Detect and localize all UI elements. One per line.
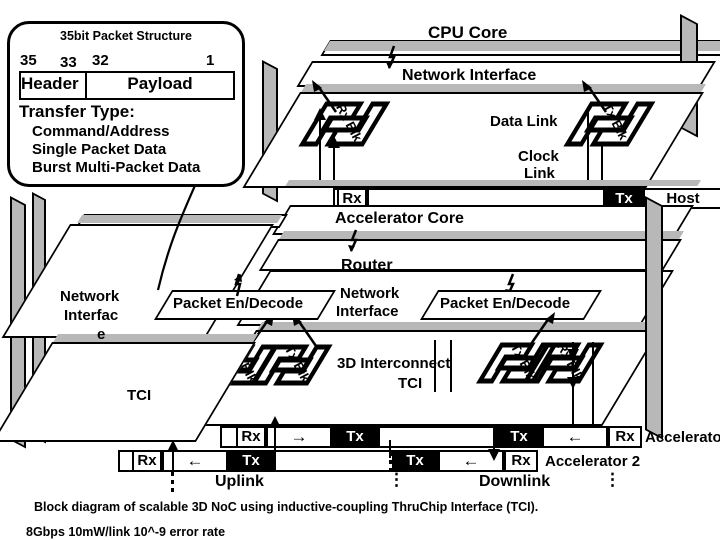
transfer-type-item-2: Burst Multi-Packet Data: [32, 159, 201, 176]
acc-core-router-arrow-icon: [348, 229, 358, 252]
acc-core-shade: [279, 231, 684, 239]
cpu-bottom-shade: [285, 180, 701, 186]
downlink-ellipsis-icon: ⋮: [604, 470, 621, 489]
interconnect-label-2: TCI: [398, 375, 423, 392]
uplink-bar-rx: Rx: [236, 426, 266, 448]
uplink-arrow-up-2-icon: [167, 440, 179, 452]
clock-link-label-1: Clock: [518, 148, 559, 165]
cpu-ni-tx-arrow-icon: [582, 80, 608, 113]
uplink-arrow-up-1-icon: [269, 416, 281, 428]
bit-label-33: 33: [60, 54, 77, 71]
caption-line-1: Block diagram of scalable 3D NoC using i…: [34, 500, 539, 514]
acc-network-interface-label-2: Interface: [336, 303, 399, 320]
acc-right-arrow-down-1-icon: [567, 349, 579, 361]
downlink-label: Downlink: [479, 473, 551, 490]
cpu-ni-shade: [301, 84, 706, 92]
cpu-ni-rx-arrow-icon: [312, 80, 338, 113]
acc-right-arrow-down-2-icon: [567, 377, 579, 389]
router-label: Router: [341, 257, 393, 274]
lower-bar-tx-right: Tx: [392, 450, 438, 472]
acc-codec-coil-arrow-3-icon: [529, 312, 555, 345]
left-ni-label-2: Interfac: [64, 307, 119, 324]
uplink-ellipsis-icon: ⋮: [388, 470, 405, 489]
packet-field-payload: Payload: [127, 74, 193, 93]
lower-bar-channel: [274, 450, 392, 472]
accelerator-core-label: Accelerator Core: [335, 210, 464, 227]
lower-bar-rx: Rx: [132, 450, 162, 472]
bit-label-32: 32: [92, 52, 109, 69]
cpu-clock-link-line: [601, 142, 603, 194]
bit-label-35: 35: [20, 52, 37, 69]
transfer-type-item-1: Single Packet Data: [32, 141, 167, 158]
uplink-bar-tx: Tx: [332, 426, 378, 448]
cpu-core-label: CPU Core: [428, 23, 508, 42]
transfer-type-item-0: Command/Address: [32, 123, 170, 140]
packet-field-header: Header: [21, 73, 87, 98]
cpu-rx-link-line-1: [319, 118, 321, 188]
diagram-canvas: CPU Core Network Interface Rx Blk Tx Blk…: [0, 0, 720, 540]
downlink-bar-tx: Tx: [496, 426, 542, 448]
lower-bar-tx: Tx: [228, 450, 274, 472]
uplink-bar-channel: [378, 426, 496, 448]
caption-line-2: 8Gbps 10mW/link 10^-9 error rate: [26, 525, 226, 539]
packet-fields: Header Payload: [19, 71, 235, 100]
packet-structure-title: 35bit Packet Structure: [60, 29, 192, 43]
downlink-arrow-down-1-icon: [488, 449, 500, 461]
uplink-dashed-stub-left: [171, 472, 174, 492]
uplink-stub-line-3: [389, 440, 391, 458]
downlink-bar-arrow: ←: [542, 426, 608, 448]
cpu-network-interface-label: Network Interface: [402, 67, 537, 84]
left-ni-label-3: e: [97, 326, 106, 343]
cpu-core-ni-arrow-icon: [386, 45, 396, 69]
uplink-stub-line-1: [274, 426, 276, 460]
transfer-type-label: Transfer Type:: [19, 102, 135, 121]
acc-network-interface-label-1: Network: [340, 285, 400, 302]
accelerator-2-label: Accelerator 2: [545, 453, 641, 470]
uplink-label: Uplink: [215, 473, 264, 490]
acc-bevel-right: [645, 196, 663, 440]
downlink-bar-rx: Rx: [608, 426, 642, 448]
downlink-stub-line-1: [493, 424, 495, 450]
acc-mid-link-line-2: [450, 340, 452, 392]
packet-structure-callout: 35bit Packet Structure 35 33 32 1 Header…: [7, 21, 245, 187]
acc-mid-link-line-1: [434, 340, 436, 392]
left-stack-mid-shade: [53, 334, 258, 342]
lower-bar-rx-right: Rx: [504, 450, 538, 472]
left-codec-up-arrow-icon: [234, 273, 242, 297]
data-link-label: Data Link: [490, 113, 558, 130]
left-tci-label: TCI: [127, 387, 152, 404]
acc-router-band: [258, 239, 682, 271]
accelerator-1-label: Accelerator: [645, 429, 720, 446]
bit-label-1: 1: [206, 52, 215, 69]
acc-right-link-line-2: [592, 342, 594, 430]
left-ni-label-1: Network: [60, 288, 120, 305]
cpu-rx-arrow-up-2-icon: [328, 136, 340, 148]
